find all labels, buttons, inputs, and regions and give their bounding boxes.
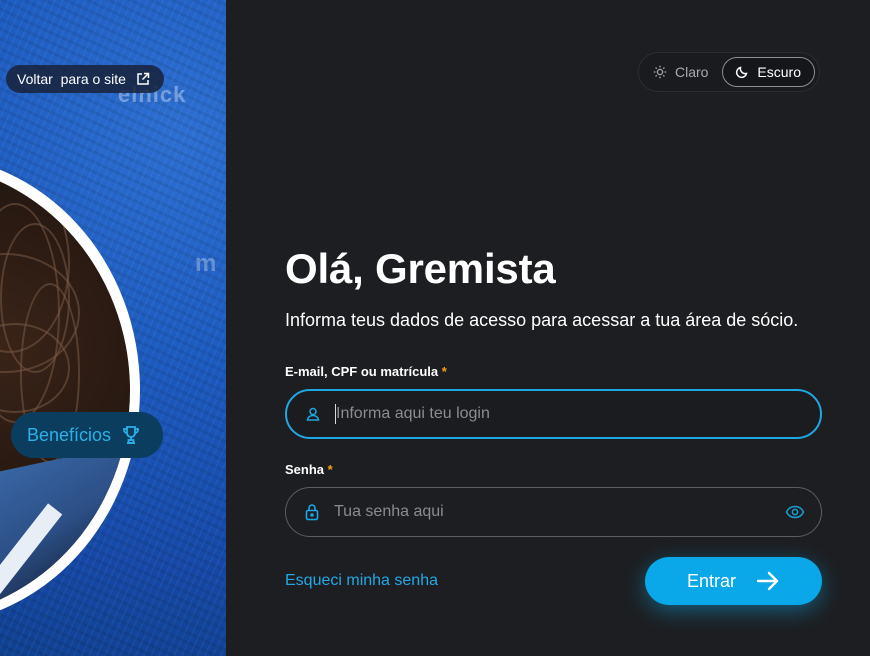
arrow-right-icon xyxy=(756,571,779,591)
login-field-label-text: E-mail, CPF ou matrícula xyxy=(285,364,439,379)
moon-icon xyxy=(736,66,748,79)
theme-dark-option[interactable]: Escuro xyxy=(722,57,815,87)
theme-light-option[interactable]: Claro xyxy=(653,64,708,80)
theme-switch: Claro Escuro xyxy=(638,52,820,92)
submit-label: Entrar xyxy=(686,570,737,591)
sun-icon xyxy=(653,65,667,79)
theme-dark-label: Escuro xyxy=(757,64,801,80)
required-mark: * xyxy=(441,364,447,379)
page-title: Olá, Gremista xyxy=(285,245,556,292)
fan-photo xyxy=(0,163,130,618)
login-field[interactable] xyxy=(285,389,822,439)
background-sign-text-2: m xyxy=(195,250,217,277)
user-icon xyxy=(306,407,320,421)
benefits-button[interactable]: Benefícios xyxy=(11,412,163,458)
theme-light-label: Claro xyxy=(675,64,709,80)
login-page: elnick m Voltar para o site Benefícios C… xyxy=(0,0,870,656)
lock-icon xyxy=(305,504,319,521)
login-input[interactable] xyxy=(336,405,756,423)
password-input[interactable] xyxy=(334,503,754,521)
login-field-label: E-mail, CPF ou matrícula * xyxy=(285,364,447,379)
password-field-label-text: Senha xyxy=(285,462,325,477)
hero-panel: elnick m Voltar para o site Benefícios xyxy=(0,0,226,656)
external-link-icon xyxy=(137,72,150,85)
show-password-icon[interactable] xyxy=(785,503,805,521)
required-mark: * xyxy=(327,462,333,477)
submit-button[interactable]: Entrar xyxy=(645,557,822,605)
back-to-site-label: Voltar para o site xyxy=(17,71,126,87)
benefits-label: Benefícios xyxy=(27,424,112,445)
page-subtitle: Informa teus dados de acesso para acessa… xyxy=(285,310,799,330)
back-to-site-link[interactable]: Voltar para o site xyxy=(6,65,164,93)
forgot-password-link[interactable]: Esqueci minha senha xyxy=(285,572,438,590)
password-field-label: Senha * xyxy=(285,462,333,477)
password-field[interactable] xyxy=(285,487,822,537)
trophy-icon xyxy=(123,426,139,444)
